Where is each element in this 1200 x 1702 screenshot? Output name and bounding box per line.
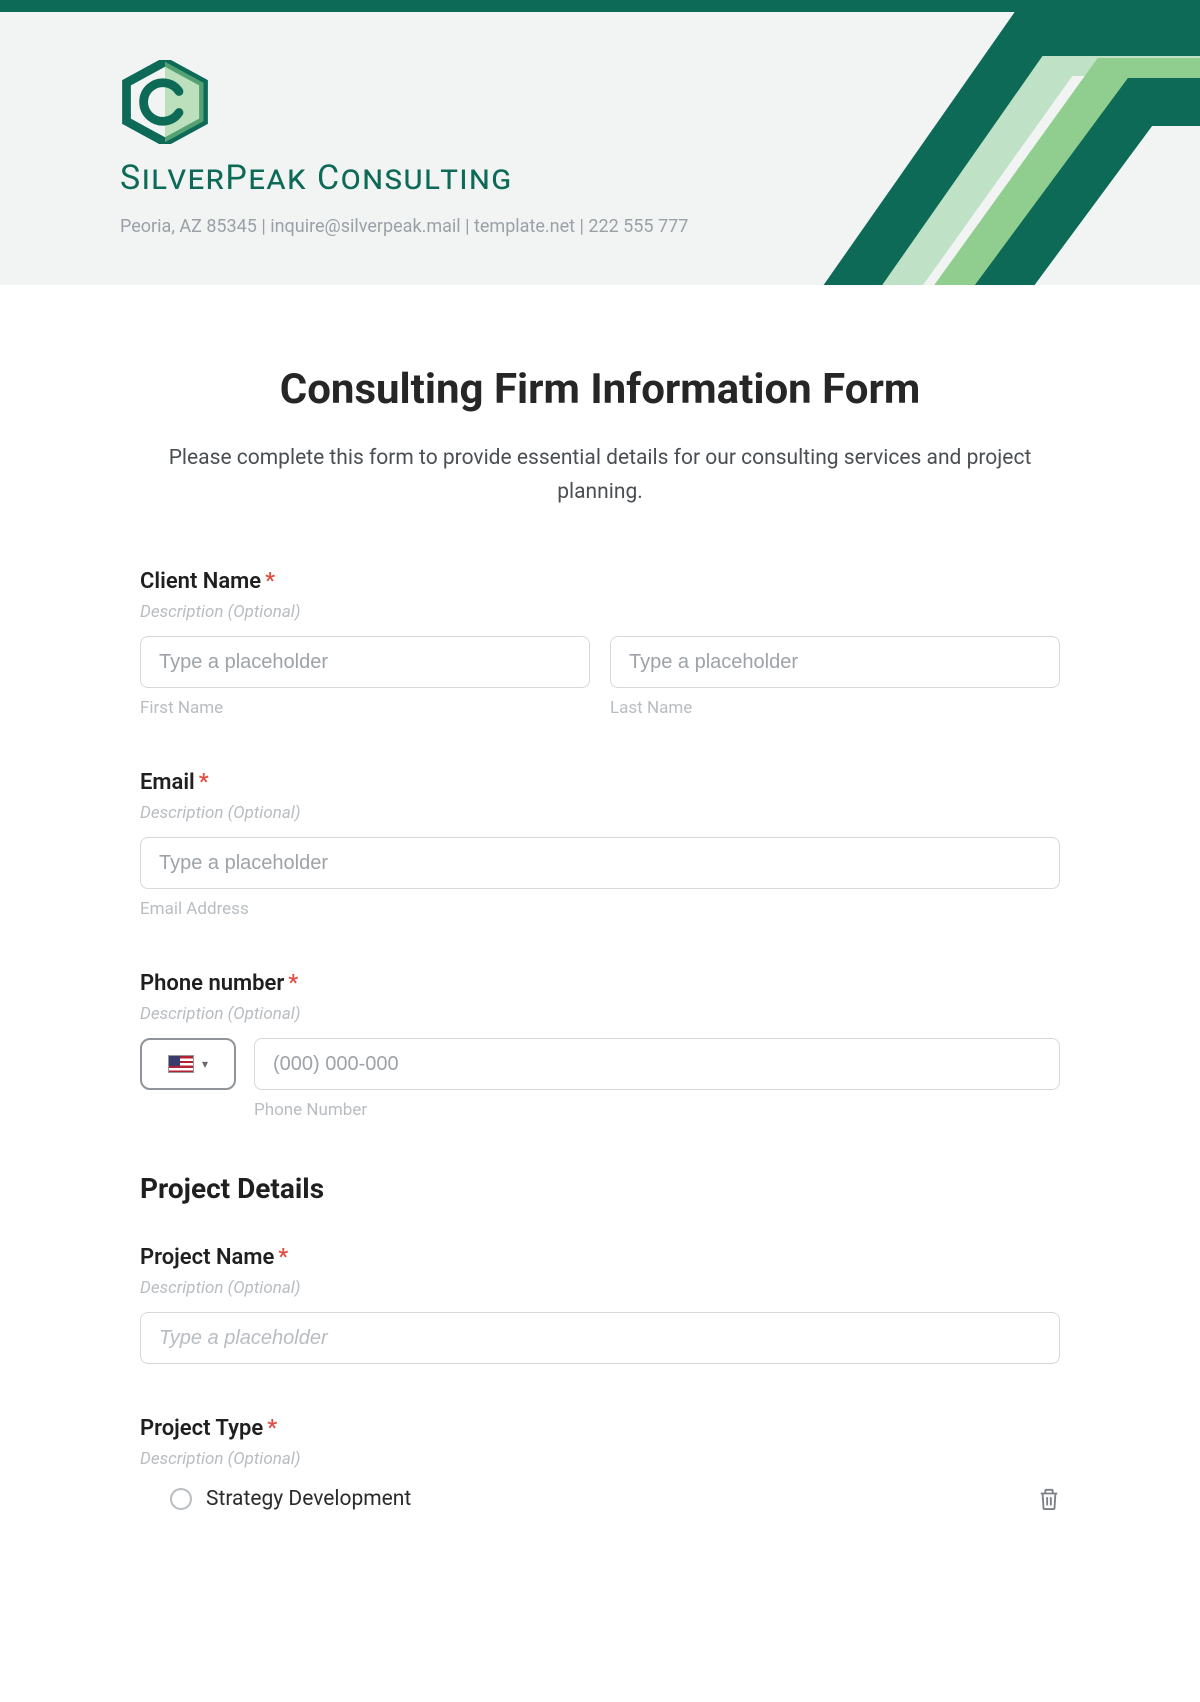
required-marker: *	[278, 1245, 288, 1270]
trash-icon[interactable]	[1038, 1487, 1060, 1511]
last-name-sublabel: Last Name	[610, 698, 1060, 718]
required-marker: *	[199, 770, 209, 795]
required-marker: *	[265, 569, 275, 594]
project-name-label: Project Name*	[140, 1245, 1060, 1270]
project-name-desc[interactable]: Description (Optional)	[140, 1278, 1060, 1298]
logo-block: SilverPeak Consulting Peoria, AZ 85345 |…	[120, 60, 1200, 237]
form-intro: Please complete this form to provide ess…	[160, 442, 1040, 509]
form-title: Consulting Firm Information Form	[140, 365, 1060, 414]
first-name-sublabel: First Name	[140, 698, 590, 718]
chevron-down-icon: ▾	[202, 1057, 208, 1071]
field-project-type: Project Type* Description (Optional) Str…	[140, 1416, 1060, 1515]
email-sublabel: Email Address	[140, 899, 1060, 919]
field-phone: Phone number* Description (Optional) ▾ P…	[140, 971, 1060, 1120]
last-name-input[interactable]	[610, 636, 1060, 688]
phone-input[interactable]	[254, 1038, 1060, 1090]
contact-line: Peoria, AZ 85345 | inquire@silverpeak.ma…	[120, 216, 688, 237]
header-region: SilverPeak Consulting Peoria, AZ 85345 |…	[0, 12, 1200, 285]
required-marker: *	[288, 971, 298, 996]
country-code-dropdown[interactable]: ▾	[140, 1038, 236, 1090]
project-name-input[interactable]	[140, 1312, 1060, 1364]
email-label: Email*	[140, 770, 1060, 795]
phone-label-text: Phone number	[140, 971, 284, 996]
email-label-text: Email	[140, 770, 195, 795]
phone-desc[interactable]: Description (Optional)	[140, 1004, 1060, 1024]
project-type-desc[interactable]: Description (Optional)	[140, 1449, 1060, 1469]
radio-button[interactable]	[170, 1488, 192, 1510]
project-type-option-row: Strategy Development	[140, 1483, 1060, 1515]
flag-us-icon	[168, 1055, 194, 1073]
client-name-label-text: Client Name	[140, 569, 261, 594]
first-name-input[interactable]	[140, 636, 590, 688]
field-email: Email* Description (Optional) Email Addr…	[140, 770, 1060, 919]
project-type-label: Project Type*	[140, 1416, 1060, 1441]
field-project-name: Project Name* Description (Optional)	[140, 1245, 1060, 1364]
project-name-label-text: Project Name	[140, 1245, 274, 1270]
client-name-desc[interactable]: Description (Optional)	[140, 602, 1060, 622]
form-area: Consulting Firm Information Form Please …	[120, 285, 1080, 1535]
logo-icon	[120, 60, 210, 144]
project-details-heading: Project Details	[140, 1172, 1060, 1205]
project-type-label-text: Project Type	[140, 1416, 263, 1441]
top-accent-bar	[0, 0, 1200, 12]
field-client-name: Client Name* Description (Optional) Firs…	[140, 569, 1060, 718]
radio-option-label[interactable]: Strategy Development	[206, 1487, 411, 1511]
email-input[interactable]	[140, 837, 1060, 889]
email-desc[interactable]: Description (Optional)	[140, 803, 1060, 823]
client-name-label: Client Name*	[140, 569, 1060, 594]
required-marker: *	[267, 1416, 277, 1441]
company-name: SilverPeak Consulting	[120, 158, 513, 198]
phone-label: Phone number*	[140, 971, 1060, 996]
phone-sublabel: Phone Number	[254, 1100, 1060, 1120]
